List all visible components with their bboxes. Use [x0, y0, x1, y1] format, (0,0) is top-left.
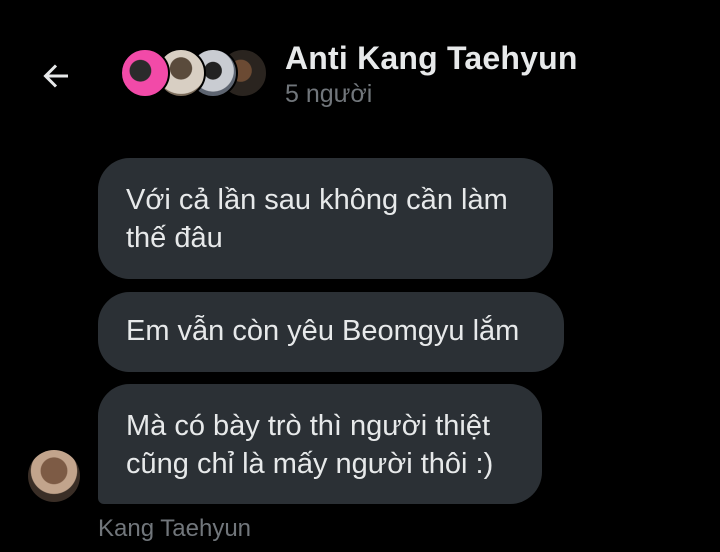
message-bubble[interactable]: Mà có bày trò thì người thiệt cũng chỉ l… [98, 384, 542, 504]
message-text: Với cả lần sau không cần làm [126, 184, 508, 216]
sender-avatar[interactable] [28, 450, 80, 502]
arrow-left-icon [43, 64, 68, 88]
message-bubble[interactable]: Với cả lần sau không cần làm thế đâu [98, 158, 553, 279]
message-text: Em vẫn còn yêu Beomgyu lắm [126, 315, 520, 347]
member-avatar [120, 48, 170, 98]
message-text: thế đâu [126, 222, 223, 254]
group-avatars[interactable] [120, 48, 268, 102]
conversation-title[interactable]: Anti Kang Taehyun [285, 40, 578, 77]
member-count[interactable]: 5 người [285, 80, 372, 109]
conversation-header: Anti Kang Taehyun 5 người [0, 0, 720, 130]
message-bubble[interactable]: Em vẫn còn yêu Beomgyu lắm [98, 292, 564, 372]
message-text: cũng chỉ là mấy người thôi :) [126, 448, 494, 480]
back-button[interactable] [36, 56, 76, 96]
message-text: Mà có bày trò thì người thiệt [126, 410, 491, 442]
sender-name: Kang Taehyun [98, 515, 252, 542]
